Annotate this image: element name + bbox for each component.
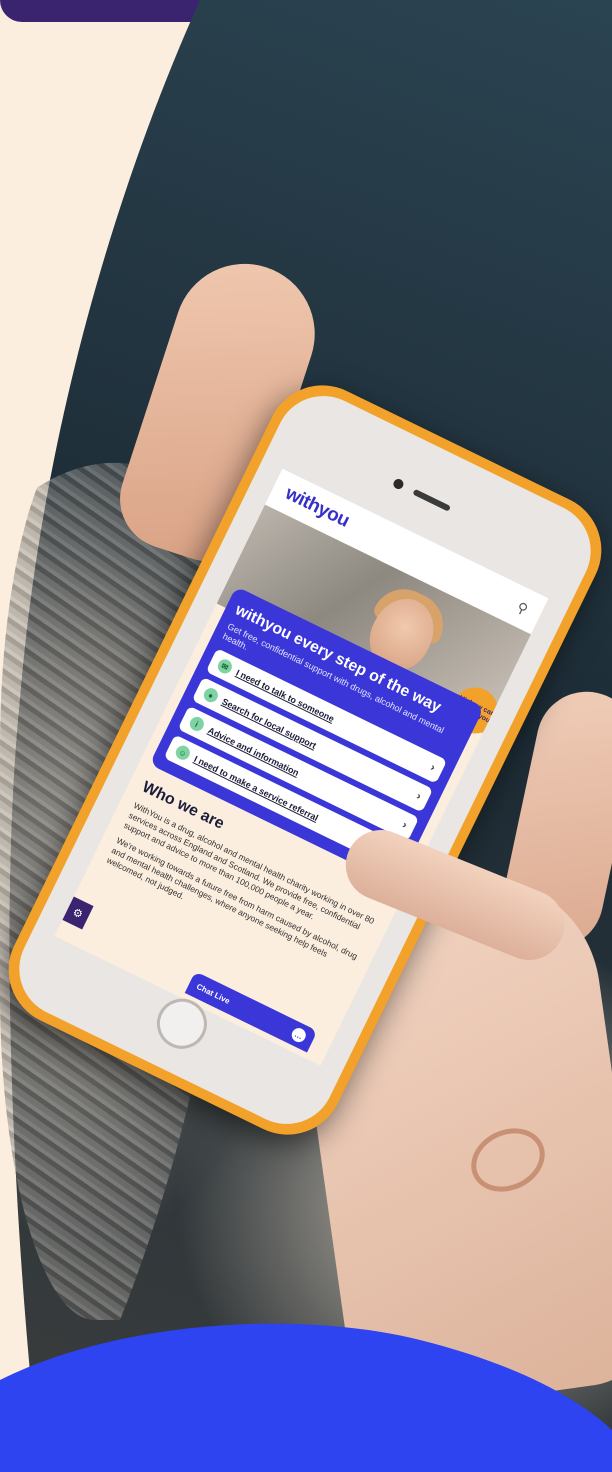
info-icon: i [187, 714, 207, 734]
camera [391, 477, 406, 491]
gear-icon[interactable]: ⚙ [62, 896, 94, 930]
speaker [412, 488, 451, 512]
chat-live-label: Chat Live [195, 981, 232, 1006]
chat-bubble-icon: … [289, 1025, 309, 1045]
person-icon: ☺ [173, 743, 193, 763]
map-pin-icon: ● [201, 685, 221, 705]
search-icon[interactable]: ⚲ [514, 598, 531, 618]
chat-icon: ✉ [215, 657, 235, 676]
